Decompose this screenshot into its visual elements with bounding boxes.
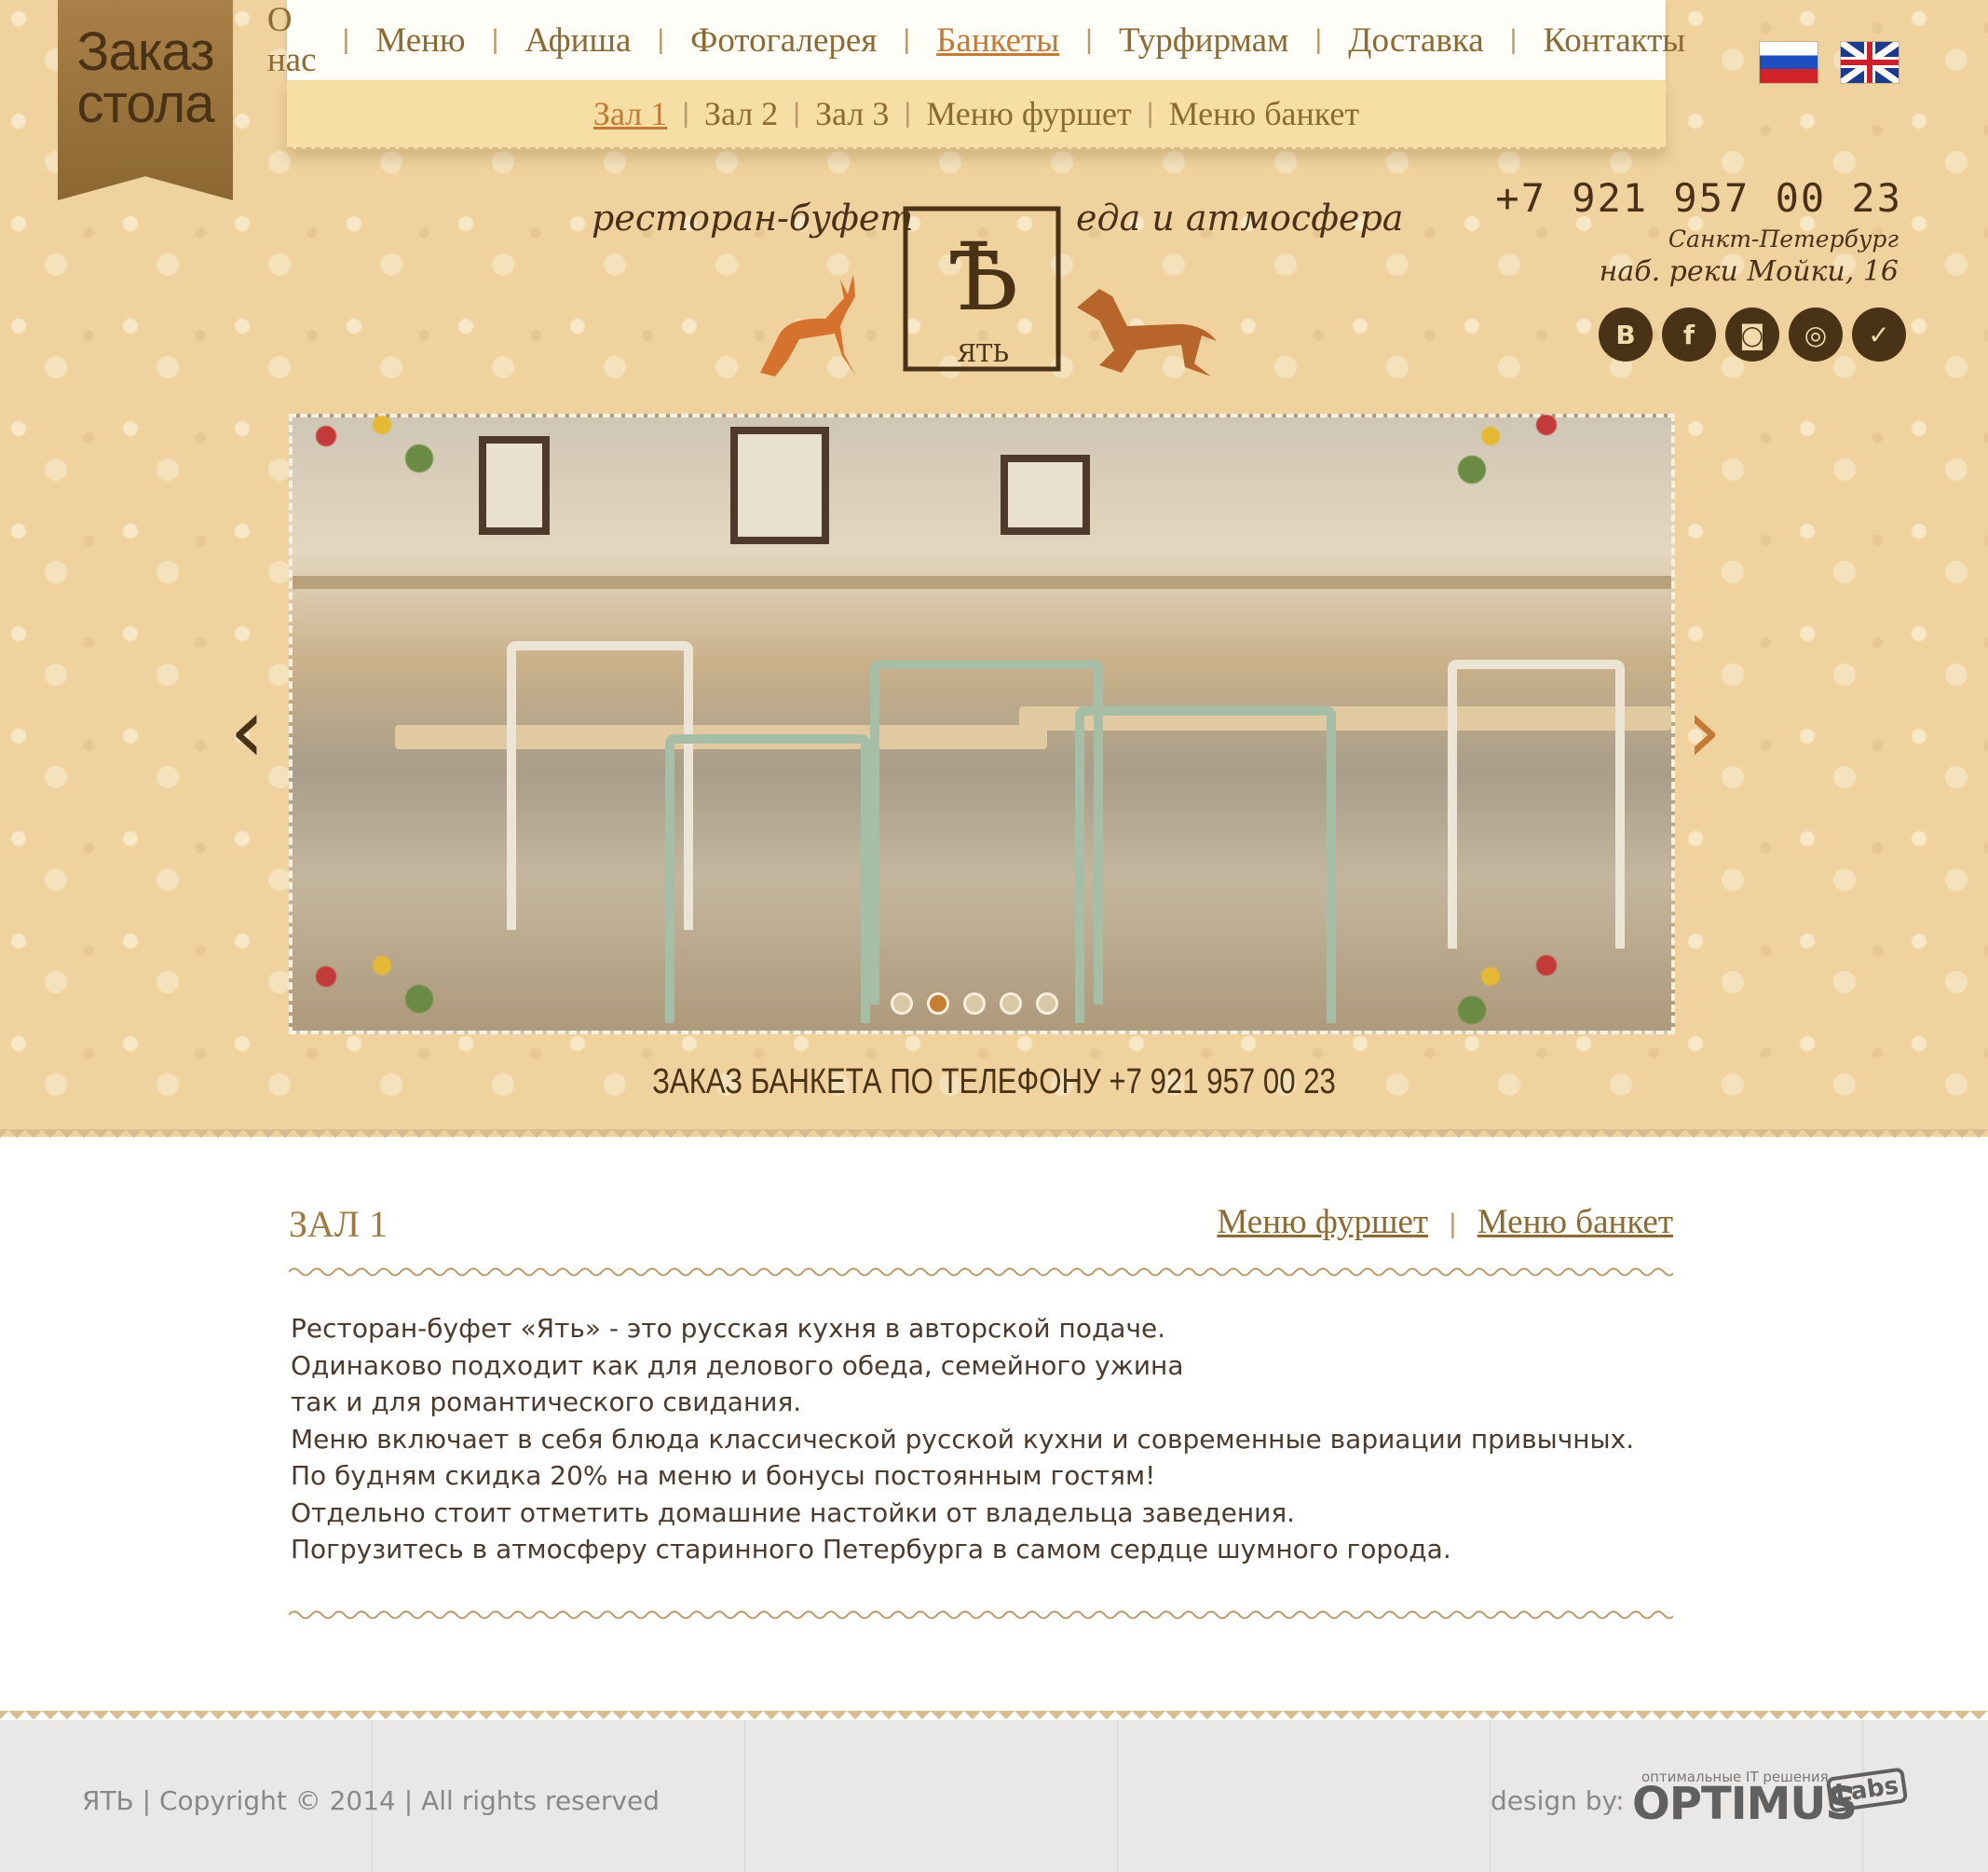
subnav-separator: | <box>1146 98 1154 129</box>
subnav-item-hall-1[interactable]: Зал 1 <box>593 94 667 133</box>
nav-item-menu[interactable]: Меню <box>375 20 465 61</box>
nav-separator: | <box>1509 24 1518 55</box>
description-line: Меню включает в себя блюда классической … <box>291 1423 1635 1455</box>
foursquare-icon[interactable]: ✓ <box>1852 307 1906 362</box>
subnav-separator: | <box>904 98 912 129</box>
nav-item-tour-agencies[interactable]: Турфирмам <box>1119 20 1288 61</box>
logo-name: ЯТЬ <box>957 340 1009 368</box>
ribbon-line-2: стола <box>76 74 215 134</box>
tripadvisor-icon[interactable]: ◎ <box>1789 307 1843 362</box>
nav-separator: | <box>1085 24 1093 55</box>
nav-separator: | <box>491 24 499 55</box>
chair <box>1075 706 1336 1023</box>
social-links: В f ◙ ◎ ✓ <box>1599 307 1906 362</box>
subnav-separator: | <box>682 98 689 129</box>
slider-dots <box>891 992 1058 1015</box>
dog-illustration <box>1077 289 1217 376</box>
chair <box>1448 660 1625 949</box>
tagline-left: ресторан-буфет <box>592 198 914 239</box>
slider-dot[interactable] <box>1000 992 1022 1015</box>
optimus-logo[interactable]: OPTIMUS <box>1632 1778 1858 1830</box>
header-address: наб. реки Мойки, 16 <box>1599 255 1899 288</box>
slider-dot[interactable] <box>1036 992 1058 1015</box>
description-line: Погрузитесь в атмосферу старинного Петер… <box>291 1534 1451 1565</box>
description-line: Отдельно стоит отметить домашние настойк… <box>291 1496 1296 1528</box>
instagram-icon[interactable]: ◙ <box>1725 307 1779 362</box>
subnav-item-hall-3[interactable]: Зал 3 <box>815 94 889 133</box>
design-credit-label: design by: <box>1491 1785 1625 1816</box>
chair <box>870 660 1103 1004</box>
nav-separator: | <box>1314 24 1323 55</box>
header-phone[interactable]: +7 921 957 00 23 <box>1495 175 1902 221</box>
description: Ресторан-буфет «Ять» - это русская кухня… <box>291 1310 1634 1568</box>
nav-separator: | <box>657 24 665 55</box>
flower-ornament <box>1435 932 1621 1044</box>
content-menu-links: Меню фуршет | Меню банкет <box>1217 1202 1673 1242</box>
nav-item-gallery[interactable]: Фотогалерея <box>690 20 877 61</box>
slider-dot[interactable] <box>963 992 986 1015</box>
russian-flag-icon[interactable] <box>1759 41 1818 84</box>
vk-icon[interactable]: В <box>1599 307 1653 362</box>
deer-illustration <box>760 274 855 376</box>
wall-shelf <box>293 576 1671 589</box>
page-title: ЗАЛ 1 <box>289 1203 388 1245</box>
nav-item-contacts[interactable]: Контакты <box>1543 20 1685 61</box>
banquet-menu-link[interactable]: Меню банкет <box>1477 1203 1673 1241</box>
description-line: По будням скидка 20% на меню и бонусы по… <box>291 1460 1156 1491</box>
subnav-item-banquet-menu[interactable]: Меню банкет <box>1169 94 1360 133</box>
wall-picture <box>1001 455 1090 535</box>
flower-ornament <box>270 391 456 503</box>
header-zigzag-divider <box>0 1129 1988 1146</box>
ribbon-line-1: Заказ <box>76 21 214 82</box>
description-line: Одинаково подходит как для делового обед… <box>291 1349 1184 1381</box>
banquet-order-phone: ЗАКАЗ БАНКЕТА ПО ТЕЛЕФОНУ +7 921 957 00 … <box>652 1062 1336 1101</box>
nav-item-about[interactable]: О нас <box>267 0 317 80</box>
subnav-item-buffet-menu[interactable]: Меню фуршет <box>926 94 1132 133</box>
link-separator: | <box>1449 1209 1457 1239</box>
subnav-item-hall-2[interactable]: Зал 2 <box>704 94 778 133</box>
description-line: так и для романтического свидания. <box>291 1387 802 1417</box>
slider-next-arrow-icon[interactable]: › <box>1686 678 1722 783</box>
copyright: ЯТЬ | Copyright © 2014 | All rights rese… <box>82 1785 660 1816</box>
wall-picture <box>479 436 550 535</box>
wave-divider <box>289 1610 1673 1619</box>
description-line: Ресторан-буфет «Ять» - это русская кухня… <box>291 1313 1166 1344</box>
logo-letter: Ѣ <box>947 223 1018 332</box>
subnav-separator: | <box>793 98 801 129</box>
main-nav: О нас | Меню | Афиша | Фотогалерея | Бан… <box>267 0 1685 80</box>
nav-item-banquets[interactable]: Банкеты <box>936 20 1059 61</box>
buffet-menu-link[interactable]: Меню фуршет <box>1217 1203 1428 1241</box>
slider-dot[interactable] <box>891 992 913 1015</box>
flower-ornament <box>270 932 456 1044</box>
tagline-right: еда и атмосфера <box>1076 198 1404 239</box>
header-city: Санкт-Петербург <box>1668 225 1899 253</box>
flower-ornament <box>1435 391 1621 503</box>
chair <box>665 734 870 1023</box>
nav-item-events[interactable]: Афиша <box>524 20 631 61</box>
slider-dot-active[interactable] <box>927 992 949 1015</box>
nav-separator: | <box>903 24 911 55</box>
facebook-icon[interactable]: f <box>1662 307 1716 362</box>
wave-divider <box>289 1267 1673 1277</box>
yat-logo[interactable]: Ѣ ЯТЬ <box>902 205 1064 373</box>
wall-picture <box>730 427 829 544</box>
slider-prev-arrow-icon[interactable]: ‹ <box>229 678 265 783</box>
nav-item-delivery[interactable]: Доставка <box>1348 20 1483 61</box>
nav-separator: | <box>342 24 350 55</box>
uk-flag-icon[interactable] <box>1840 41 1899 84</box>
sub-nav: Зал 1 | Зал 2 | Зал 3 | Меню фуршет | Ме… <box>287 80 1666 149</box>
reserve-table-ribbon[interactable]: Заказ стола <box>58 0 233 200</box>
